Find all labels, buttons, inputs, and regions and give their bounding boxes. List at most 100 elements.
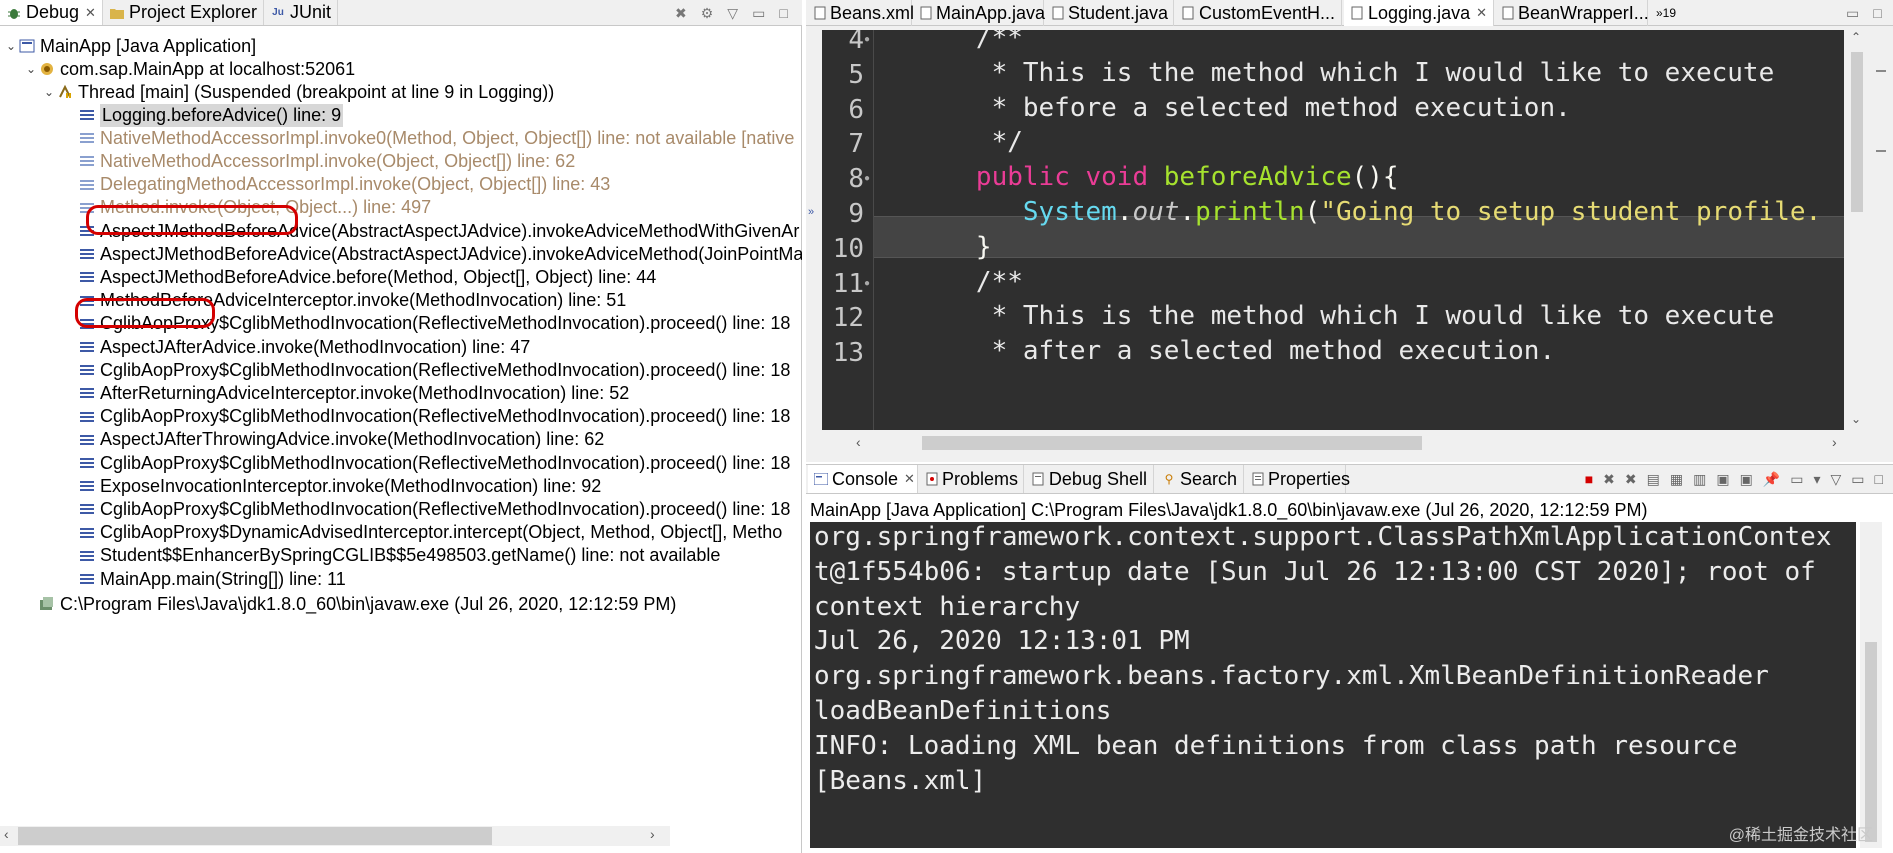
stack-frame-icon: [80, 458, 94, 468]
stack-frame[interactable]: ExposeInvocationInterceptor.invoke(Metho…: [80, 474, 601, 498]
remove-launch-icon[interactable]: ✖: [1603, 471, 1615, 488]
minimize-icon[interactable]: ▭: [1846, 5, 1859, 22]
close-icon[interactable]: ✕: [1476, 5, 1487, 21]
scroll-up-icon[interactable]: ⌃: [1851, 30, 1861, 44]
editor-horizontal-scrollbar[interactable]: ‹ ›: [822, 432, 1844, 454]
scrollbar-thumb[interactable]: [18, 827, 492, 845]
tab-logging-java[interactable]: Logging.java ✕: [1344, 0, 1494, 26]
fold-marker-icon[interactable]: ●: [864, 278, 872, 289]
scroll-down-icon[interactable]: ⌄: [1851, 412, 1861, 426]
tab-mainapp-java[interactable]: MainApp.java: [914, 0, 1045, 26]
scrollbar-thumb[interactable]: [1865, 642, 1877, 842]
remove-terminated-icon[interactable]: ✖: [675, 5, 687, 22]
console-output[interactable]: org.springframework.context.support.Clas…: [810, 522, 1856, 848]
scroll-lock-icon[interactable]: ▦: [1670, 471, 1683, 488]
clear-console-icon[interactable]: ▤: [1647, 471, 1660, 488]
stack-frame[interactable]: AspectJAfterThrowingAdvice.invoke(Method…: [80, 428, 604, 452]
tab-junit[interactable]: Ju JUnit: [264, 0, 339, 25]
scroll-left-icon[interactable]: ‹: [4, 826, 9, 842]
stack-frame[interactable]: AspectJMethodBeforeAdvice(AbstractAspect…: [80, 242, 802, 266]
stack-frame[interactable]: Student$$EnhancerBySpringCGLIB$$5e498503…: [80, 544, 720, 568]
collapse-icon[interactable]: ⚙: [701, 5, 714, 22]
tree-thread[interactable]: ⌄ Thread [main] (Suspended (breakpoint a…: [42, 80, 554, 104]
code-token: .: [1116, 197, 1133, 227]
scrollbar-thumb[interactable]: [922, 436, 1422, 450]
stack-frame[interactable]: NativeMethodAccessorImpl.invoke0(Method,…: [80, 126, 794, 150]
tab-project-explorer[interactable]: Project Explorer: [103, 0, 265, 25]
code-editor[interactable]: 4 ● 5 6 7 8 ● 9 10 11 ● 12 13 /** * This is the meth…: [822, 30, 1844, 430]
tab-beans-xml[interactable]: Beans.xml: [808, 0, 914, 26]
tab-label: Project Explorer: [128, 2, 258, 22]
view-menu-icon[interactable]: ▽: [1831, 471, 1842, 488]
scroll-left-icon[interactable]: ‹: [856, 434, 861, 450]
word-wrap-icon[interactable]: ▥: [1693, 471, 1706, 488]
tab-student-java[interactable]: Student.java: [1046, 0, 1174, 26]
java-app-icon: [18, 37, 36, 55]
stack-frame-icon: [80, 550, 94, 561]
stack-frame[interactable]: AfterReturningAdviceInterceptor.invoke(M…: [80, 381, 629, 405]
chevron-down-icon[interactable]: ⌄: [24, 62, 38, 76]
stack-frame[interactable]: Method.invoke(Object, Object...) line: 4…: [80, 196, 431, 220]
terminate-icon[interactable]: ■: [1585, 471, 1593, 487]
stack-frame[interactable]: AspectJAfterAdvice.invoke(MethodInvocati…: [80, 335, 530, 359]
maximize-icon[interactable]: □: [1873, 5, 1881, 21]
watermark-text: @稀土掘金技术社区: [1728, 827, 1873, 844]
scroll-right-icon[interactable]: ›: [1832, 434, 1837, 450]
stack-frame[interactable]: MethodBeforeAdviceInterceptor.invoke(Met…: [80, 289, 626, 313]
stack-frame[interactable]: CglibAopProxy$CglibMethodInvocation(Refl…: [80, 451, 790, 475]
code-token: .: [1179, 197, 1196, 227]
overview-ruler[interactable]: [1872, 30, 1888, 430]
scroll-right-icon[interactable]: ›: [650, 826, 655, 842]
stack-frame[interactable]: MainApp.main(String[]) line: 11: [80, 567, 346, 591]
tab-beanwrapperi[interactable]: BeanWrapperI...: [1496, 0, 1649, 26]
view-menu-icon[interactable]: ▽: [727, 5, 738, 22]
pin-console-icon[interactable]: 📌: [1763, 471, 1780, 488]
show-stdout-icon[interactable]: ▣: [1716, 471, 1729, 488]
maximize-icon[interactable]: □: [1875, 471, 1883, 487]
stack-frame[interactable]: NativeMethodAccessorImpl.invoke(Object, …: [80, 149, 575, 173]
tab-console[interactable]: Console ✕: [808, 465, 918, 493]
tab-search[interactable]: ⚲ Search: [1156, 465, 1244, 493]
tab-debug-shell[interactable]: Debug Shell: [1026, 465, 1154, 493]
stack-frame[interactable]: AspectJMethodBeforeAdvice.before(Method,…: [80, 265, 656, 289]
stack-frame[interactable]: CglibAopProxy$CglibMethodInvocation(Refl…: [80, 358, 790, 382]
stack-frame-icon: [80, 179, 94, 190]
chevron-down-icon[interactable]: ⌄: [4, 39, 18, 53]
close-icon[interactable]: ✕: [904, 471, 915, 487]
tree-launch[interactable]: ⌄ MainApp [Java Application]: [4, 34, 256, 58]
open-console-icon[interactable]: ▾: [1813, 471, 1820, 488]
minimize-icon[interactable]: ▭: [752, 5, 765, 22]
code-token: }: [882, 231, 992, 262]
fold-marker-icon[interactable]: ●: [864, 34, 872, 45]
editor-vertical-scrollbar[interactable]: ⌃ ⌄: [1846, 30, 1868, 430]
tab-customeventh[interactable]: CustomEventH...: [1176, 0, 1342, 26]
stack-frame[interactable]: DelegatingMethodAccessorImpl.invoke(Obje…: [80, 173, 610, 197]
show-stderr-icon[interactable]: ▣: [1740, 471, 1753, 488]
stack-frame[interactable]: CglibAopProxy$CglibMethodInvocation(Refl…: [80, 312, 790, 336]
maximize-icon[interactable]: □: [779, 5, 787, 21]
stack-frame[interactable]: CglibAopProxy$CglibMethodInvocation(Refl…: [80, 405, 790, 429]
display-console-icon[interactable]: ▭: [1790, 471, 1803, 488]
fold-marker-icon[interactable]: ●: [864, 173, 872, 184]
remove-all-icon[interactable]: ✖: [1625, 471, 1637, 488]
tree-process[interactable]: C:\Program Files\Java\jdk1.8.0_60\bin\ja…: [38, 592, 676, 616]
scrollbar-thumb[interactable]: [1851, 52, 1863, 212]
console-vertical-scrollbar[interactable]: [1860, 522, 1882, 848]
debug-horizontal-scrollbar[interactable]: ‹ ›: [0, 826, 670, 846]
tab-debug[interactable]: Debug ✕: [0, 0, 103, 25]
tree-target[interactable]: ⌄ com.sap.MainApp at localhost:52061: [24, 57, 355, 81]
tab-problems[interactable]: Problems: [920, 465, 1024, 493]
stack-frame[interactable]: CglibAopProxy$CglibMethodInvocation(Refl…: [80, 497, 790, 521]
close-icon[interactable]: ✕: [85, 5, 96, 21]
tab-properties[interactable]: Properties: [1246, 465, 1350, 493]
minimize-icon[interactable]: ▭: [1851, 471, 1864, 488]
tab-label: Debug Shell: [1048, 468, 1147, 489]
line-number: 4: [848, 30, 864, 55]
editor-overflow-button[interactable]: »19: [1650, 0, 1690, 26]
stack-frame[interactable]: Logging.beforeAdvice() line: 9: [80, 103, 344, 127]
chevron-down-icon[interactable]: ⌄: [42, 85, 56, 99]
stack-frame[interactable]: AspectJMethodBeforeAdvice(AbstractAspect…: [80, 219, 799, 243]
stack-frame[interactable]: CglibAopProxy$DynamicAdvisedInterceptor.…: [80, 521, 782, 545]
stack-frame-icon: [80, 202, 94, 213]
stack-frame-label: MethodBeforeAdviceInterceptor.invoke(Met…: [100, 290, 627, 311]
